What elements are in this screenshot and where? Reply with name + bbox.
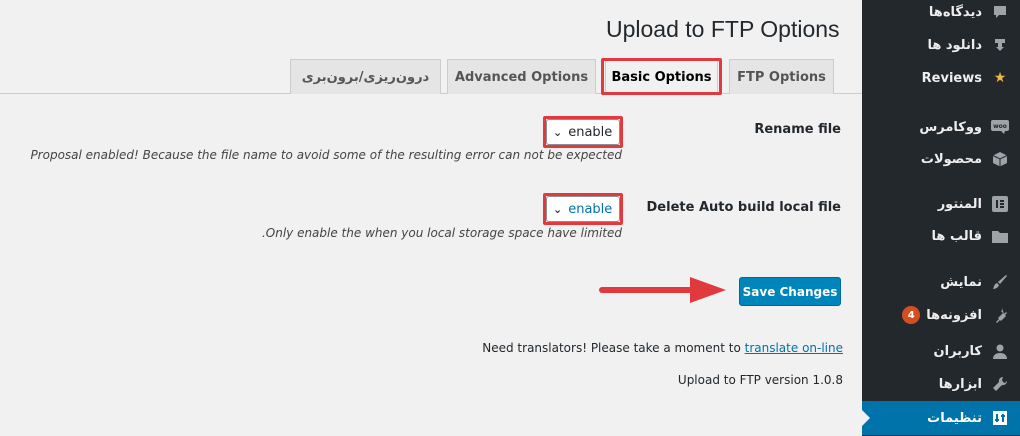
translators-note: Need translators! Please take a moment t… <box>440 341 843 355</box>
sidebar-item-users[interactable]: کاربران <box>862 334 1020 368</box>
translate-online-link[interactable]: translate on-line <box>745 341 843 355</box>
user-icon <box>990 341 1010 361</box>
tab-advanced-options[interactable]: Advanced Options <box>447 59 596 94</box>
highlight-rename-select <box>543 116 623 148</box>
delete-local-description: .Only enable the when you local storage … <box>261 226 622 240</box>
version-text: Upload to FTP version 1.0.8 <box>677 373 843 387</box>
sidebar-item-settings[interactable]: تنظیمات <box>862 401 1020 435</box>
active-indicator <box>862 410 870 426</box>
translators-text: Need translators! Please take a moment t… <box>482 341 741 355</box>
comment-icon <box>990 2 1010 22</box>
save-changes-button[interactable]: Save Changes <box>739 277 841 306</box>
sidebar-item-downloads[interactable]: دانلود ها <box>862 28 1020 62</box>
admin-sidebar: دیدگاه‌ها دانلود ها ★ Reviews woo ووکامر… <box>862 0 1020 436</box>
tab-ftp-options[interactable]: FTP Options <box>729 59 834 94</box>
woo-icon: woo <box>990 117 1010 137</box>
page-title: Upload to FTP Options <box>606 16 840 42</box>
red-arrow-icon <box>599 277 726 303</box>
sidebar-item-plugins[interactable]: افزونه‌ها 4 <box>862 298 1020 332</box>
rename-file-label: Rename file <box>754 122 841 137</box>
sidebar-item-appearance[interactable]: نمایش <box>862 265 1020 299</box>
box-icon <box>990 149 1010 169</box>
sidebar-item-comments[interactable]: دیدگاه‌ها <box>862 0 1020 29</box>
sidebar-item-products[interactable]: محصولات <box>862 142 1020 176</box>
highlight-basic-options-tab <box>601 58 722 95</box>
download-icon <box>990 35 1010 55</box>
svg-text:woo: woo <box>993 123 1007 130</box>
settings-icon <box>990 408 1010 428</box>
sidebar-item-reviews[interactable]: ★ Reviews <box>862 61 1020 95</box>
elementor-icon <box>990 194 1010 214</box>
tab-import-export[interactable]: درون‌ریزی/برون‌بری <box>290 59 441 94</box>
delete-local-label: Delete Auto build local file <box>646 200 842 215</box>
star-icon: ★ <box>993 70 1007 86</box>
rename-file-description: Proposal enabled! Because the file name … <box>30 148 622 162</box>
sidebar-item-themes[interactable]: قالب ها <box>862 219 1020 253</box>
wrench-icon <box>990 374 1010 394</box>
folder-icon <box>990 226 1010 246</box>
brush-icon <box>990 272 1010 292</box>
sidebar-item-tools[interactable]: ابزارها <box>862 367 1020 401</box>
plugin-icon <box>990 305 1010 325</box>
sidebar-item-woocommerce[interactable]: woo ووکامرس <box>862 110 1020 144</box>
plugins-update-badge: 4 <box>902 306 921 324</box>
highlight-delete-select <box>543 193 623 225</box>
sidebar-item-elementor[interactable]: المنتور <box>862 187 1020 221</box>
